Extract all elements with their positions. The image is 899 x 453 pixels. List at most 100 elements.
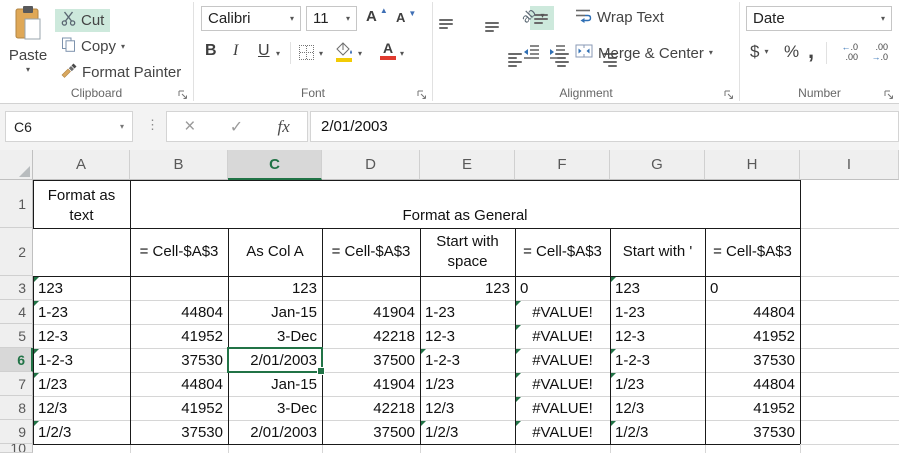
- number-format-combo[interactable]: Date ▾: [746, 6, 892, 31]
- cancel-button[interactable]: ×: [184, 116, 195, 138]
- cell-G4[interactable]: 1-23: [610, 300, 705, 324]
- cell-D4[interactable]: 41904: [322, 300, 420, 324]
- cell-G3[interactable]: 123: [610, 276, 705, 300]
- percent-button[interactable]: %: [784, 42, 799, 62]
- cell-D5[interactable]: 42218: [322, 324, 420, 348]
- increase-indent-button[interactable]: [549, 44, 566, 60]
- col-header-G[interactable]: G: [610, 150, 705, 180]
- shrink-font-button[interactable]: A▼: [396, 10, 418, 25]
- align-top-button[interactable]: [439, 18, 455, 34]
- cell-C9[interactable]: 2/01/2003: [228, 420, 322, 444]
- cell-A7[interactable]: 1/23: [33, 372, 130, 396]
- decrease-indent-button[interactable]: [523, 44, 540, 60]
- cell-F8[interactable]: #VALUE!: [515, 396, 610, 420]
- row-header-1[interactable]: 1: [0, 180, 33, 228]
- row-header-10[interactable]: 10: [0, 444, 33, 453]
- cell-H7[interactable]: 44804: [705, 372, 800, 396]
- fill-color-button[interactable]: [336, 42, 354, 62]
- cell-H9[interactable]: 37530: [705, 420, 800, 444]
- cell-C5[interactable]: 3-Dec: [228, 324, 322, 348]
- format-painter-button[interactable]: Format Painter: [55, 61, 187, 84]
- cell-B8[interactable]: 41952: [130, 396, 228, 420]
- row-header-6[interactable]: 6: [0, 348, 33, 372]
- cell-B6[interactable]: 37530: [130, 348, 228, 372]
- cell-B7[interactable]: 44804: [130, 372, 228, 396]
- grow-font-button[interactable]: A▲: [366, 8, 390, 25]
- cell-H8[interactable]: 41952: [705, 396, 800, 420]
- paste-button[interactable]: Paste ▾: [6, 5, 50, 87]
- font-color-button[interactable]: A: [380, 41, 396, 62]
- cell-D2[interactable]: = Cell-$A$3: [322, 228, 420, 276]
- cell-D9[interactable]: 37500: [322, 420, 420, 444]
- cell-D6[interactable]: 37500: [322, 348, 420, 372]
- cell-A4[interactable]: 1-23: [33, 300, 130, 324]
- col-header-H[interactable]: H: [705, 150, 800, 180]
- row-header-3[interactable]: 3: [0, 276, 33, 300]
- cell-C7[interactable]: Jan-15: [228, 372, 322, 396]
- cell-G2[interactable]: Start with ': [610, 228, 705, 276]
- col-header-F[interactable]: F: [515, 150, 610, 180]
- cell-G6[interactable]: 1-2-3: [610, 348, 705, 372]
- align-middle-button[interactable]: [485, 18, 501, 34]
- borders-button[interactable]: [299, 45, 314, 60]
- cell-B4[interactable]: 44804: [130, 300, 228, 324]
- cell-A8[interactable]: 12/3: [33, 396, 130, 420]
- cell-C3[interactable]: 123: [228, 276, 322, 300]
- formula-bar-dots-icon[interactable]: ⋮: [146, 117, 159, 133]
- cell-E4[interactable]: 1-23: [420, 300, 515, 324]
- currency-button[interactable]: $ ▾: [750, 42, 768, 62]
- cell-E2[interactable]: Start with space: [420, 228, 515, 276]
- font-size-combo[interactable]: 11 ▾: [306, 6, 357, 31]
- wrap-text-button[interactable]: Wrap Text: [575, 8, 664, 27]
- formula-input[interactable]: 2/01/2003: [310, 111, 899, 142]
- number-dialog-launcher-icon[interactable]: [884, 88, 895, 99]
- cell-E6[interactable]: 1-2-3: [420, 348, 515, 372]
- col-header-C[interactable]: C: [228, 150, 322, 180]
- cell-G5[interactable]: 12-3: [610, 324, 705, 348]
- row-header-4[interactable]: 4: [0, 300, 33, 324]
- cell-F2[interactable]: = Cell-$A$3: [515, 228, 610, 276]
- cell-A9[interactable]: 1/2/3: [33, 420, 130, 444]
- fill-handle[interactable]: [317, 367, 325, 375]
- cell-F3[interactable]: 0: [515, 276, 610, 300]
- cell-F9[interactable]: #VALUE!: [515, 420, 610, 444]
- cell-B1-H1-merged[interactable]: Format as General: [130, 180, 800, 228]
- cell-H6[interactable]: 37530: [705, 348, 800, 372]
- col-header-B[interactable]: B: [130, 150, 228, 180]
- cell-H5[interactable]: 41952: [705, 324, 800, 348]
- row-header-9[interactable]: 9: [0, 420, 33, 444]
- clipboard-dialog-launcher-icon[interactable]: [178, 88, 189, 99]
- borders-caret-icon[interactable]: ▾: [319, 50, 323, 58]
- underline-button[interactable]: U: [258, 42, 270, 60]
- alignment-dialog-launcher-icon[interactable]: [724, 88, 735, 99]
- row-header-5[interactable]: 5: [0, 324, 33, 348]
- cell-D8[interactable]: 42218: [322, 396, 420, 420]
- align-left-button[interactable]: [508, 52, 524, 68]
- italic-button[interactable]: I: [233, 42, 238, 60]
- fill-color-caret-icon[interactable]: ▾: [358, 50, 362, 58]
- cell-D7[interactable]: 41904: [322, 372, 420, 396]
- col-header-I[interactable]: I: [800, 150, 899, 180]
- name-box[interactable]: C6 ▾: [5, 111, 133, 142]
- cell-C6[interactable]: 2/01/2003: [228, 348, 322, 372]
- select-all-corner[interactable]: [0, 150, 33, 180]
- cell-A5[interactable]: 12-3: [33, 324, 130, 348]
- decrease-decimal-button[interactable]: .00 →.0: [864, 42, 888, 62]
- cell-G9[interactable]: 1/2/3: [610, 420, 705, 444]
- col-header-E[interactable]: E: [420, 150, 515, 180]
- cell-E7[interactable]: 1/23: [420, 372, 515, 396]
- cell-A3[interactable]: 123: [33, 276, 130, 300]
- font-dialog-launcher-icon[interactable]: [417, 88, 428, 99]
- row-header-8[interactable]: 8: [0, 396, 33, 420]
- cell-G7[interactable]: 1/23: [610, 372, 705, 396]
- cell-H3[interactable]: 0: [705, 276, 800, 300]
- orientation-button[interactable]: ab ▾: [521, 8, 544, 23]
- enter-button[interactable]: ✓: [230, 117, 243, 137]
- cell-B2[interactable]: = Cell-$A$3: [130, 228, 228, 276]
- font-name-combo[interactable]: Calibri ▾: [201, 6, 301, 31]
- cell-H4[interactable]: 44804: [705, 300, 800, 324]
- font-color-caret-icon[interactable]: ▾: [400, 50, 404, 58]
- cell-E8[interactable]: 12/3: [420, 396, 515, 420]
- cell-B5[interactable]: 41952: [130, 324, 228, 348]
- cell-F7[interactable]: #VALUE!: [515, 372, 610, 396]
